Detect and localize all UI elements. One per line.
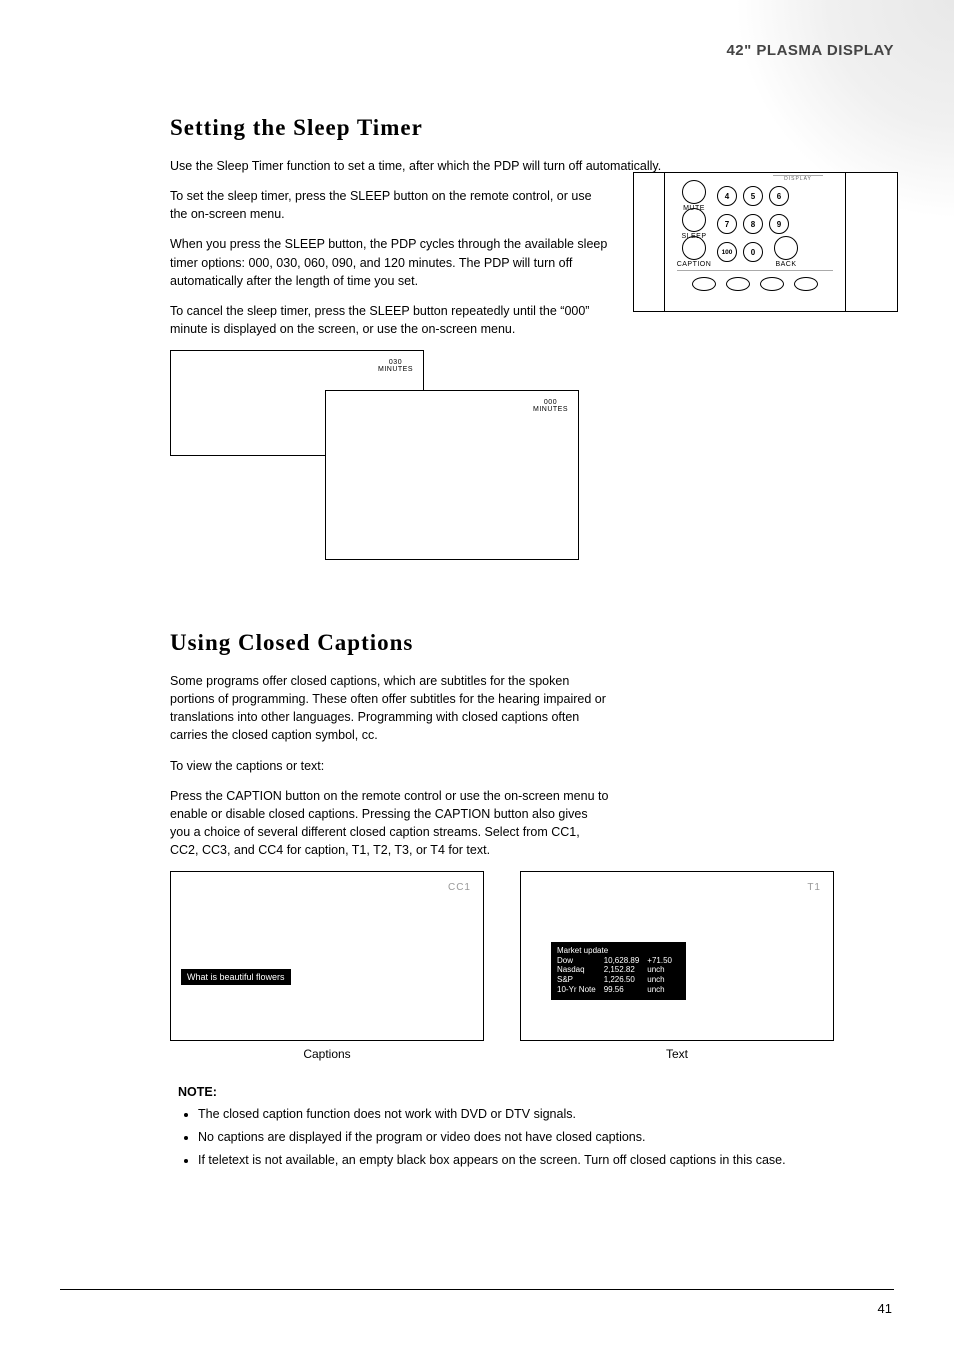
- footer-rule: [60, 1289, 894, 1290]
- caption-subtitle-text: What is beautiful flowers: [181, 969, 291, 985]
- caption-mode-cc1: CC1: [448, 882, 471, 893]
- table-row: Nasdaq2,152.82unch: [557, 965, 680, 975]
- main-content: Setting the Sleep Timer Use the Sleep Ti…: [170, 115, 900, 1175]
- note-block: NOTE: The closed caption function does n…: [178, 1085, 898, 1169]
- caption-screen-t1: T1 Market update Dow10,628.89+71.50 Nasd…: [520, 871, 834, 1041]
- caption-figures-row: CC1 What is beautiful flowers Captions T…: [170, 871, 900, 1061]
- cc-para1: Some programs offer closed captions, whi…: [170, 672, 610, 745]
- table-row: Dow10,628.89+71.50: [557, 956, 680, 966]
- market-table: Dow10,628.89+71.50 Nasdaq2,152.82unch S&…: [557, 956, 680, 994]
- figure-caption-captions: Captions: [303, 1047, 350, 1061]
- document-header: 42" PLASMA DISPLAY: [726, 42, 894, 59]
- caption-figure-right: T1 Market update Dow10,628.89+71.50 Nasd…: [520, 871, 834, 1061]
- note-item-1: The closed caption function does not wor…: [198, 1105, 898, 1123]
- osd-label-minutes-b: MINUTES: [533, 406, 568, 413]
- section-title-sleep: Setting the Sleep Timer: [170, 115, 900, 141]
- osd-value-030: 030: [389, 359, 402, 366]
- caption-figure-left: CC1 What is beautiful flowers Captions: [170, 871, 484, 1061]
- sleep-para4: To cancel the sleep timer, press the SLE…: [170, 302, 610, 338]
- teletext-market-update: Market update Dow10,628.89+71.50 Nasdaq2…: [551, 942, 686, 1000]
- table-row: S&P1,226.50unch: [557, 975, 680, 985]
- note-label: NOTE:: [178, 1085, 898, 1099]
- page-number: 41: [878, 1301, 892, 1316]
- cc-para2: To view the captions or text:: [170, 757, 610, 775]
- market-title: Market update: [557, 946, 680, 956]
- sleep-timer-figures: 030 MINUTES 000 MINUTES: [170, 350, 900, 570]
- sleep-para2: To set the sleep timer, press the SLEEP …: [170, 187, 610, 223]
- osd-label-minutes-a: MINUTES: [378, 366, 413, 373]
- sleep-para3: When you press the SLEEP button, the PDP…: [170, 235, 610, 289]
- note-item-3: If teletext is not available, an empty b…: [198, 1151, 898, 1169]
- cc-para3: Press the CAPTION button on the remote c…: [170, 787, 610, 860]
- caption-mode-t1: T1: [807, 882, 821, 893]
- table-row: 10-Yr Note99.56unch: [557, 985, 680, 995]
- sleep-screen-000: 000 MINUTES: [325, 390, 579, 560]
- note-item-2: No captions are displayed if the program…: [198, 1128, 898, 1146]
- caption-screen-cc1: CC1 What is beautiful flowers: [170, 871, 484, 1041]
- section-title-captions: Using Closed Captions: [170, 630, 900, 656]
- osd-value-000: 000: [544, 399, 557, 406]
- figure-caption-text: Text: [666, 1047, 688, 1061]
- sleep-para1: Use the Sleep Timer function to set a ti…: [170, 157, 900, 175]
